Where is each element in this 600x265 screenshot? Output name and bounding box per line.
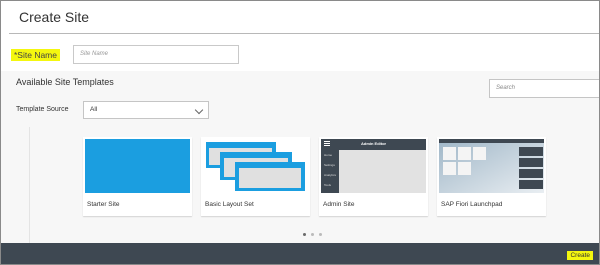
template-card-sap-fiori-launchpad[interactable]: SAP Fiori Launchpad (437, 137, 546, 216)
footer-bar: Create (1, 243, 599, 264)
template-source-value: All (90, 106, 98, 113)
template-source-label: Template Source (16, 106, 69, 113)
title-bar: Create Site (1, 1, 599, 34)
admin-preview-menu-item: Home (324, 153, 333, 157)
starter-site-thumbnail (85, 139, 190, 193)
card-label: Basic Layout Set (205, 201, 254, 208)
site-name-row: *Site Name Site Name (1, 39, 599, 71)
pagination-dots (303, 233, 327, 239)
create-button[interactable]: Create (567, 251, 593, 260)
chevron-down-icon[interactable] (194, 105, 204, 115)
search-input[interactable]: Search (489, 79, 599, 98)
fiori-tiles-icon (439, 139, 544, 193)
layout-stack-icon (203, 139, 308, 193)
card-label: Starter Site (87, 201, 120, 208)
admin-preview-title: Admin Editor (361, 141, 387, 146)
panel-divider (29, 127, 30, 247)
templates-heading: Available Site Templates (16, 77, 114, 87)
title-divider (9, 33, 599, 34)
admin-preview-content (339, 150, 426, 193)
admin-preview-menu-item: Settings (324, 163, 335, 167)
create-site-dialog: Create Site *Site Name Site Name Availab… (0, 0, 600, 265)
card-label: SAP Fiori Launchpad (441, 201, 503, 208)
admin-preview-menu-item: Analytics (324, 173, 337, 177)
template-card-starter-site[interactable]: Starter Site (83, 137, 192, 216)
pagination-dot[interactable] (319, 233, 322, 236)
admin-preview-sidebar: Home Settings Analytics Tools (321, 150, 339, 193)
template-source-select[interactable]: All (83, 101, 209, 119)
menu-icon (324, 141, 330, 142)
admin-site-thumbnail: Admin Editor Home Settings Analytics Too… (321, 139, 426, 193)
fiori-launchpad-thumbnail (439, 139, 544, 193)
starter-site-preview (85, 139, 190, 193)
template-card-basic-layout-set[interactable]: Basic Layout Set (201, 137, 310, 216)
site-name-input[interactable]: Site Name (73, 45, 239, 64)
template-card-admin-site[interactable]: Admin Editor Home Settings Analytics Too… (319, 137, 428, 216)
pagination-dot[interactable] (303, 233, 306, 236)
admin-preview-menu-item: Tools (324, 183, 332, 187)
pagination-dot[interactable] (311, 233, 314, 236)
page-title: Create Site (19, 9, 90, 25)
card-label: Admin Site (323, 201, 355, 208)
site-name-label: *Site Name (11, 49, 60, 61)
basic-layout-thumbnail (203, 139, 308, 193)
admin-preview-header: Admin Editor (321, 139, 426, 150)
